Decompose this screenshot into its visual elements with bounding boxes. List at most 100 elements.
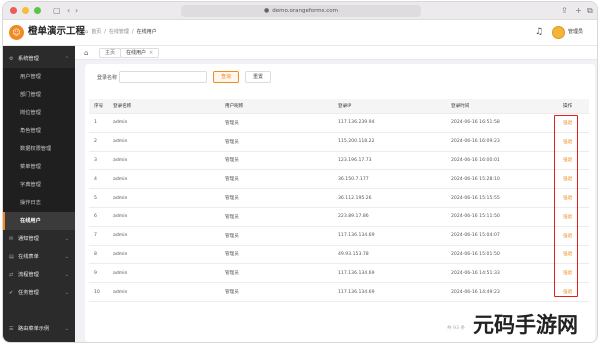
table-cell: 123.196.17.73 [338, 157, 372, 163]
table-cell: 117.136.134.69 [338, 289, 375, 295]
tab-label: 在线用户 [126, 50, 147, 56]
sidebar-group-online-forms[interactable]: ▤ 在线表单 ⌄ [3, 248, 75, 266]
forward-icon[interactable]: › [75, 6, 78, 16]
notification-bell-icon[interactable]: ♫ [535, 27, 543, 37]
breadcrumb-home[interactable]: 首页 [91, 28, 101, 36]
sidebar-item-roles[interactable]: 角色管理 [3, 122, 75, 140]
back-icon[interactable]: ‹ [67, 6, 70, 16]
table-cell: admin [113, 233, 128, 239]
sidebar-group-label: 任务管理 [18, 290, 39, 296]
sidebar-group-route-menu[interactable]: ☰ 路由菜单示例 ⌄ [3, 320, 75, 338]
url-text: demo.orangeforms.com [272, 8, 339, 14]
table-row: 1 admin 管理员 117.136.239.94 2024-06-16 16:51:… [89, 114, 589, 133]
close-window-button[interactable] [10, 7, 17, 14]
table-row: 9 admin 管理员 117.136.134.69 2024-06-16 14:51:… [89, 264, 589, 284]
sidebar-group-label: 通知管理 [18, 236, 39, 242]
pagination[interactable]: 共 93 条 [447, 326, 465, 332]
table-cell: admin [113, 176, 128, 182]
address-bar[interactable]: ● demo.orangeforms.com [181, 5, 421, 17]
column-header: 序号 [94, 104, 104, 109]
sidebar-group-workflow[interactable]: ⇄ 流程管理 ⌄ [3, 266, 75, 284]
task-icon: ✔ [9, 290, 14, 296]
sidebar-item-online-users[interactable]: 在线用户 [3, 212, 75, 230]
tab-label: 主页 [105, 50, 116, 56]
table-cell: 36.112.195.26 [338, 195, 372, 201]
search-input[interactable] [119, 71, 207, 83]
table-row: 4 admin 管理员 36.150.7.177 2024-06-16 15:28:10… [89, 170, 589, 190]
breadcrumb-separator: / [131, 29, 134, 35]
search-button[interactable]: 查询 [213, 71, 239, 83]
table-cell: 115.200.118.22 [338, 139, 375, 145]
column-header: 登录IP [338, 104, 352, 109]
sidebar-group-label: 流程管理 [18, 272, 39, 278]
sidebar-group-notifications[interactable]: ✉ 通知管理 ⌄ [3, 230, 75, 248]
chevron-down-icon: ⌄ [64, 290, 69, 296]
table-cell: 管理员 [225, 139, 239, 145]
app-title: 橙单演示工程 [28, 26, 86, 37]
sidebar-item-departments[interactable]: 部门管理 [3, 86, 75, 104]
table-cell: 管理员 [225, 158, 239, 164]
table-cell: 8 [94, 251, 97, 257]
sidebar-item-operation-log[interactable]: 操作日志 [3, 194, 75, 212]
form-icon: ▤ [9, 254, 14, 260]
tab-home[interactable]: 主页 [99, 48, 122, 58]
tab-online-users[interactable]: 在线用户 × [120, 48, 160, 58]
share-icon[interactable]: ⇪ [561, 6, 568, 16]
table-cell: 2024-06-16 15:01:50 [451, 251, 500, 257]
table-cell: 2024-06-16 15:11:50 [451, 214, 500, 220]
browser-window: ▢ ‹ › ● demo.orangeforms.com ⇪ + ⧉ ☺ 橙单演示… [2, 1, 598, 343]
minimize-window-button[interactable] [22, 7, 29, 14]
table-cell: 1 [94, 120, 97, 126]
column-header: 用户昵称 [225, 104, 244, 109]
table-cell: 117.136.134.69 [338, 233, 375, 239]
breadcrumb-section[interactable]: 在线管理 [109, 28, 129, 36]
column-header: 登录名称 [113, 104, 132, 109]
sidebar-item-data-permissions[interactable]: 数据权限管理 [3, 140, 75, 158]
table-cell: 2024-06-16 16:09:23 [451, 139, 500, 145]
watermark: 元码手游网 [473, 313, 578, 337]
browser-chrome: ▢ ‹ › ● demo.orangeforms.com ⇪ + ⧉ [3, 2, 597, 20]
chevron-up-icon: ⌃ [64, 56, 69, 62]
table-cell: 223.89.17.86 [338, 214, 369, 220]
new-tab-icon[interactable]: + [575, 6, 582, 16]
table-cell: 2024-06-16 14:49:23 [451, 289, 500, 295]
app-logo: ☺ [9, 25, 24, 40]
user-name[interactable]: 管理员 [568, 29, 583, 36]
avatar[interactable] [552, 26, 565, 39]
table-cell: 117.136.134.69 [338, 270, 375, 276]
table-cell: 2024-06-16 16:00:01 [451, 157, 500, 163]
table-cell: 36.150.7.177 [338, 176, 369, 182]
sidebar-toggle-icon[interactable]: ▢ [53, 6, 61, 16]
table-cell: 2 [94, 139, 97, 145]
workflow-icon: ⇄ [9, 272, 14, 278]
sidebar-group-system[interactable]: ⚙ 系统管理 ⌃ [3, 50, 75, 68]
sidebar-item-menus[interactable]: 菜单管理 [3, 158, 75, 176]
table-cell: 管理员 [225, 252, 239, 258]
table-cell: 管理员 [225, 177, 239, 183]
table-row: 3 admin 管理员 123.196.17.73 2024-06-16 16:00:0… [89, 152, 589, 171]
table-cell: admin [113, 251, 128, 257]
mail-icon: ✉ [9, 236, 14, 242]
sidebar-group-label: 系统管理 [18, 56, 39, 62]
chevron-down-icon: ⌄ [64, 326, 69, 332]
sidebar: ⚙ 系统管理 ⌃ 用户管理 部门管理 岗位管理 角色管理 数据权限管理 菜单管理 字… [3, 46, 75, 342]
table-header: 序号 登录名称 用户昵称 登录IP 登录时间 操作 [89, 99, 589, 114]
table-cell: admin [113, 214, 128, 220]
sidebar-item-users[interactable]: 用户管理 [3, 68, 75, 86]
reset-button[interactable]: 重置 [245, 71, 271, 83]
sidebar-item-dictionary[interactable]: 字典管理 [3, 176, 75, 194]
sidebar-group-tasks[interactable]: ✔ 任务管理 ⌄ [3, 284, 75, 302]
table-cell: 2024-06-16 15:15:55 [451, 195, 500, 201]
tab-home-icon[interactable]: ⌂ [84, 49, 88, 57]
home-icon: ⌂ [85, 29, 89, 35]
close-icon[interactable]: × [149, 50, 153, 56]
settings-icon: ⚙ [9, 56, 14, 62]
window-controls [10, 7, 41, 14]
main-content: 登录名称 查询 重置 序号 登录名称 用户昵称 登录IP 登录时间 操作 1 ad… [85, 64, 595, 342]
tabs-overview-icon[interactable]: ⧉ [587, 6, 593, 16]
maximize-window-button[interactable] [34, 7, 41, 14]
table-cell: admin [113, 270, 128, 276]
table-row: 10 admin 管理员 117.136.134.69 2024-06-16 14:49… [89, 283, 589, 302]
table-row: 2 admin 管理员 115.200.118.22 2024-06-16 16:09:… [89, 133, 589, 152]
sidebar-item-posts[interactable]: 岗位管理 [3, 104, 75, 122]
